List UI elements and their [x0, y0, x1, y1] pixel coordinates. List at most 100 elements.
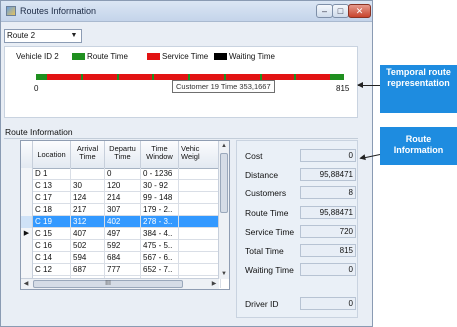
table-row[interactable]: ▶ C 15 407 497 384 - 4.. — [21, 228, 221, 240]
horizontal-scroll-thumb[interactable]: III — [33, 280, 183, 288]
cell-arrival-time[interactable]: 124 — [71, 192, 105, 204]
column-header-vehicle-weight[interactable]: Vehic Weigl — [179, 141, 221, 168]
waiting-time-value: 0 — [300, 263, 356, 276]
column-header-location[interactable]: Location — [33, 141, 71, 168]
cell-departure-time[interactable]: 777 — [105, 264, 141, 276]
cell-arrival-time[interactable]: 30 — [71, 180, 105, 192]
cell-time-window[interactable]: 278 - 3.. — [141, 216, 179, 228]
cell-location[interactable]: C 16 — [33, 240, 71, 252]
cell-location[interactable]: D 1 — [33, 168, 71, 180]
route-time-segment — [152, 74, 155, 80]
cell-vehicle-weight[interactable] — [179, 168, 221, 180]
cell-time-window[interactable]: 567 - 6.. — [141, 252, 179, 264]
cell-time-window[interactable]: 475 - 5.. — [141, 240, 179, 252]
customers-value: 8 — [300, 186, 356, 199]
title-bar[interactable]: Routes Information – □ ✕ — [1, 1, 372, 22]
vertical-scrollbar[interactable]: ▲ ▼ — [218, 141, 229, 279]
waiting-time-label: Waiting Time — [245, 265, 294, 275]
scroll-left-icon[interactable]: ◀ — [21, 279, 31, 289]
table-row[interactable]: C 13 30 120 30 - 92 — [21, 180, 221, 192]
cell-departure-time[interactable]: 214 — [105, 192, 141, 204]
scroll-down-icon[interactable]: ▼ — [219, 269, 229, 279]
cell-location[interactable]: C 12 — [33, 264, 71, 276]
route-time-segment — [329, 74, 344, 80]
close-button[interactable]: ✕ — [348, 4, 371, 18]
driver-id-value: 0 — [300, 297, 356, 310]
row-header[interactable] — [21, 192, 33, 204]
route-select[interactable]: Route 2 ▼ — [4, 29, 82, 43]
cell-arrival-time[interactable]: 687 — [71, 264, 105, 276]
cell-vehicle-weight[interactable] — [179, 192, 221, 204]
minimize-button[interactable]: – — [316, 4, 333, 18]
cell-departure-time[interactable]: 497 — [105, 228, 141, 240]
cell-arrival-time[interactable]: 502 — [71, 240, 105, 252]
row-header[interactable] — [21, 252, 33, 264]
cell-time-window[interactable]: 384 - 4.. — [141, 228, 179, 240]
row-header[interactable] — [21, 240, 33, 252]
column-header-time-window[interactable]: Time Window — [141, 141, 179, 168]
cell-location[interactable]: C 17 — [33, 192, 71, 204]
cell-departure-time[interactable]: 0 — [105, 168, 141, 180]
total-time-label: Total Time — [245, 246, 284, 256]
cell-vehicle-weight[interactable] — [179, 228, 221, 240]
cell-location[interactable]: C 13 — [33, 180, 71, 192]
cell-departure-time[interactable]: 684 — [105, 252, 141, 264]
cell-vehicle-weight[interactable] — [179, 180, 221, 192]
cell-time-window[interactable]: 179 - 2.. — [141, 204, 179, 216]
route-information-grid[interactable]: Location Arrival Time Departu Time Time … — [20, 140, 230, 290]
cell-vehicle-weight[interactable] — [179, 204, 221, 216]
app-icon — [6, 6, 16, 16]
cell-location[interactable]: C 15 — [33, 228, 71, 240]
table-row[interactable]: C 17 124 214 99 - 148 — [21, 192, 221, 204]
table-row[interactable]: C 19 312 402 278 - 3.. — [21, 216, 221, 228]
column-header-departure-time[interactable]: Departu Time — [105, 141, 141, 168]
column-header-arrival-time[interactable]: Arrival Time — [71, 141, 105, 168]
distance-value: 95,88471 — [300, 168, 356, 181]
maximize-button[interactable]: □ — [332, 4, 349, 18]
cell-vehicle-weight[interactable] — [179, 216, 221, 228]
current-row-arrow-icon[interactable]: ▶ — [21, 228, 33, 240]
chevron-down-icon[interactable]: ▼ — [68, 30, 80, 42]
cell-location[interactable]: C 18 — [33, 204, 71, 216]
vertical-scroll-thumb[interactable] — [220, 153, 228, 213]
cell-vehicle-weight[interactable] — [179, 264, 221, 276]
cell-vehicle-weight[interactable] — [179, 252, 221, 264]
row-header[interactable] — [21, 180, 33, 192]
cell-location[interactable]: C 14 — [33, 252, 71, 264]
cell-time-window[interactable]: 652 - 7.. — [141, 264, 179, 276]
cell-departure-time[interactable]: 120 — [105, 180, 141, 192]
cell-departure-time[interactable]: 402 — [105, 216, 141, 228]
table-row[interactable]: C 16 502 592 475 - 5.. — [21, 240, 221, 252]
cell-departure-time[interactable]: 307 — [105, 204, 141, 216]
row-header[interactable] — [21, 204, 33, 216]
waiting-time-swatch — [214, 53, 227, 60]
cell-departure-time[interactable]: 592 — [105, 240, 141, 252]
table-row[interactable]: C 14 594 684 567 - 6.. — [21, 252, 221, 264]
row-header[interactable] — [21, 168, 33, 180]
horizontal-scrollbar[interactable]: ◀ III ▶ — [21, 278, 219, 289]
route-time-value: 95,88471 — [300, 206, 356, 219]
distance-label: Distance — [245, 170, 279, 180]
route-time-segment — [81, 74, 84, 80]
cell-time-window[interactable]: 0 - 1236 — [141, 168, 179, 180]
cell-vehicle-weight[interactable] — [179, 240, 221, 252]
cell-location[interactable]: C 19 — [33, 216, 71, 228]
cell-arrival-time[interactable]: 312 — [71, 216, 105, 228]
cell-time-window[interactable]: 99 - 148 — [141, 192, 179, 204]
cell-time-window[interactable]: 30 - 92 — [141, 180, 179, 192]
cell-arrival-time[interactable]: 594 — [71, 252, 105, 264]
route-time-segment — [36, 74, 48, 80]
table-row[interactable]: D 1 00 - 1236 — [21, 168, 221, 180]
cell-arrival-time[interactable]: 217 — [71, 204, 105, 216]
table-row[interactable]: C 12 687 777 652 - 7.. — [21, 264, 221, 276]
vehicle-id-label: Vehicle ID 2 — [16, 52, 59, 61]
cell-arrival-time[interactable]: 407 — [71, 228, 105, 240]
legend-waiting-time: Waiting Time — [214, 52, 275, 61]
scroll-right-icon[interactable]: ▶ — [209, 279, 219, 289]
cell-arrival-time[interactable] — [71, 168, 105, 180]
route-select-value: Route 2 — [7, 31, 36, 40]
scroll-up-icon[interactable]: ▲ — [219, 141, 229, 151]
table-row[interactable]: C 18 217 307 179 - 2.. — [21, 204, 221, 216]
row-header[interactable] — [21, 216, 33, 228]
row-header[interactable] — [21, 264, 33, 276]
